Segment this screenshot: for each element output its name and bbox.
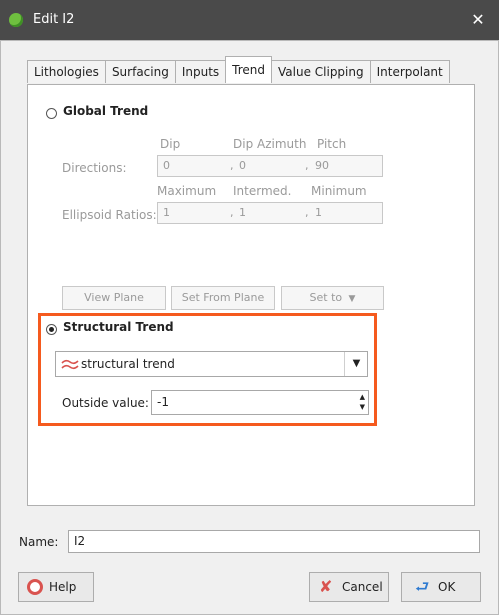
window-title: Edit I2 (33, 12, 75, 27)
spin-down-icon[interactable]: ▼ (360, 402, 365, 412)
close-icon[interactable]: ✕ (467, 9, 489, 31)
tab-surfacing[interactable]: Surfacing (104, 60, 176, 83)
tab-value-clipping[interactable]: Value Clipping (271, 60, 371, 83)
global-trend-label: Global Trend (63, 104, 149, 118)
dip-azimuth-value[interactable]: 0 (239, 156, 246, 176)
intermed-header: Intermed. (233, 184, 292, 198)
ellipsoid-ratios-label: Ellipsoid Ratios: (62, 208, 157, 222)
spin-up-icon[interactable]: ▲ (360, 392, 365, 402)
intermed-value[interactable]: 1 (239, 203, 246, 223)
minimum-value[interactable]: 1 (315, 203, 322, 223)
cancel-label: Cancel (342, 580, 383, 594)
set-from-plane-button[interactable]: Set From Plane (171, 286, 275, 310)
structural-trend-label: Structural Trend (63, 320, 174, 334)
cancel-x-icon: ✘ (319, 577, 333, 596)
cancel-button[interactable]: ✘ Cancel (309, 572, 389, 602)
pitch-header: Pitch (317, 137, 347, 151)
dip-value[interactable]: 0 (163, 156, 170, 176)
ok-label: OK (438, 580, 456, 594)
directions-field[interactable]: 0 , 0 , 90 (157, 155, 383, 177)
tab-trend[interactable]: Trend (225, 56, 272, 83)
dip-header: Dip (160, 137, 181, 151)
maximum-header: Maximum (157, 184, 217, 198)
chevron-down-icon: ▼ (345, 294, 356, 304)
directions-label: Directions: (62, 161, 127, 175)
help-lifebuoy-icon (27, 579, 43, 595)
outside-value-label: Outside value: (62, 396, 149, 410)
outside-value-stepper[interactable]: -1 ▲ ▼ (151, 390, 369, 415)
maximum-value[interactable]: 1 (163, 203, 170, 223)
pitch-value[interactable]: 90 (315, 156, 329, 176)
tab-inputs[interactable]: Inputs (174, 60, 227, 83)
tab-bar: Lithologies Surfacing Inputs Trend Value… (27, 56, 450, 84)
outside-value-input[interactable]: -1 (157, 395, 169, 409)
dropdown-chevron-icon[interactable]: ▼ (344, 352, 368, 376)
leapfrog-app-icon (9, 13, 23, 27)
structural-trend-value: structural trend (81, 357, 175, 371)
set-to-button[interactable]: Set to ▼ (281, 286, 384, 310)
global-trend-radio[interactable] (46, 108, 57, 119)
tab-lithologies[interactable]: Lithologies (27, 60, 106, 83)
ok-arrow-icon: ⮐ (415, 577, 430, 596)
ellipsoid-ratios-field[interactable]: 1 , 1 , 1 (157, 202, 383, 224)
ok-button[interactable]: ⮐ OK (401, 572, 481, 602)
dip-azimuth-header: Dip Azimuth (233, 137, 307, 151)
set-to-label: Set to (309, 291, 343, 304)
title-bar: Edit I2 ✕ (0, 0, 499, 40)
name-field[interactable]: I2 (68, 530, 480, 553)
minimum-header: Minimum (311, 184, 367, 198)
structural-trend-select[interactable]: structural trend ▼ (55, 351, 368, 377)
structural-trend-radio[interactable] (46, 324, 57, 335)
name-label: Name: (19, 535, 59, 549)
name-value[interactable]: I2 (74, 534, 85, 548)
help-button[interactable]: Help (18, 572, 94, 602)
view-plane-button[interactable]: View Plane (62, 286, 166, 310)
tab-interpolant[interactable]: Interpolant (369, 60, 450, 83)
structural-trend-icon (61, 359, 79, 370)
help-label: Help (49, 580, 77, 594)
